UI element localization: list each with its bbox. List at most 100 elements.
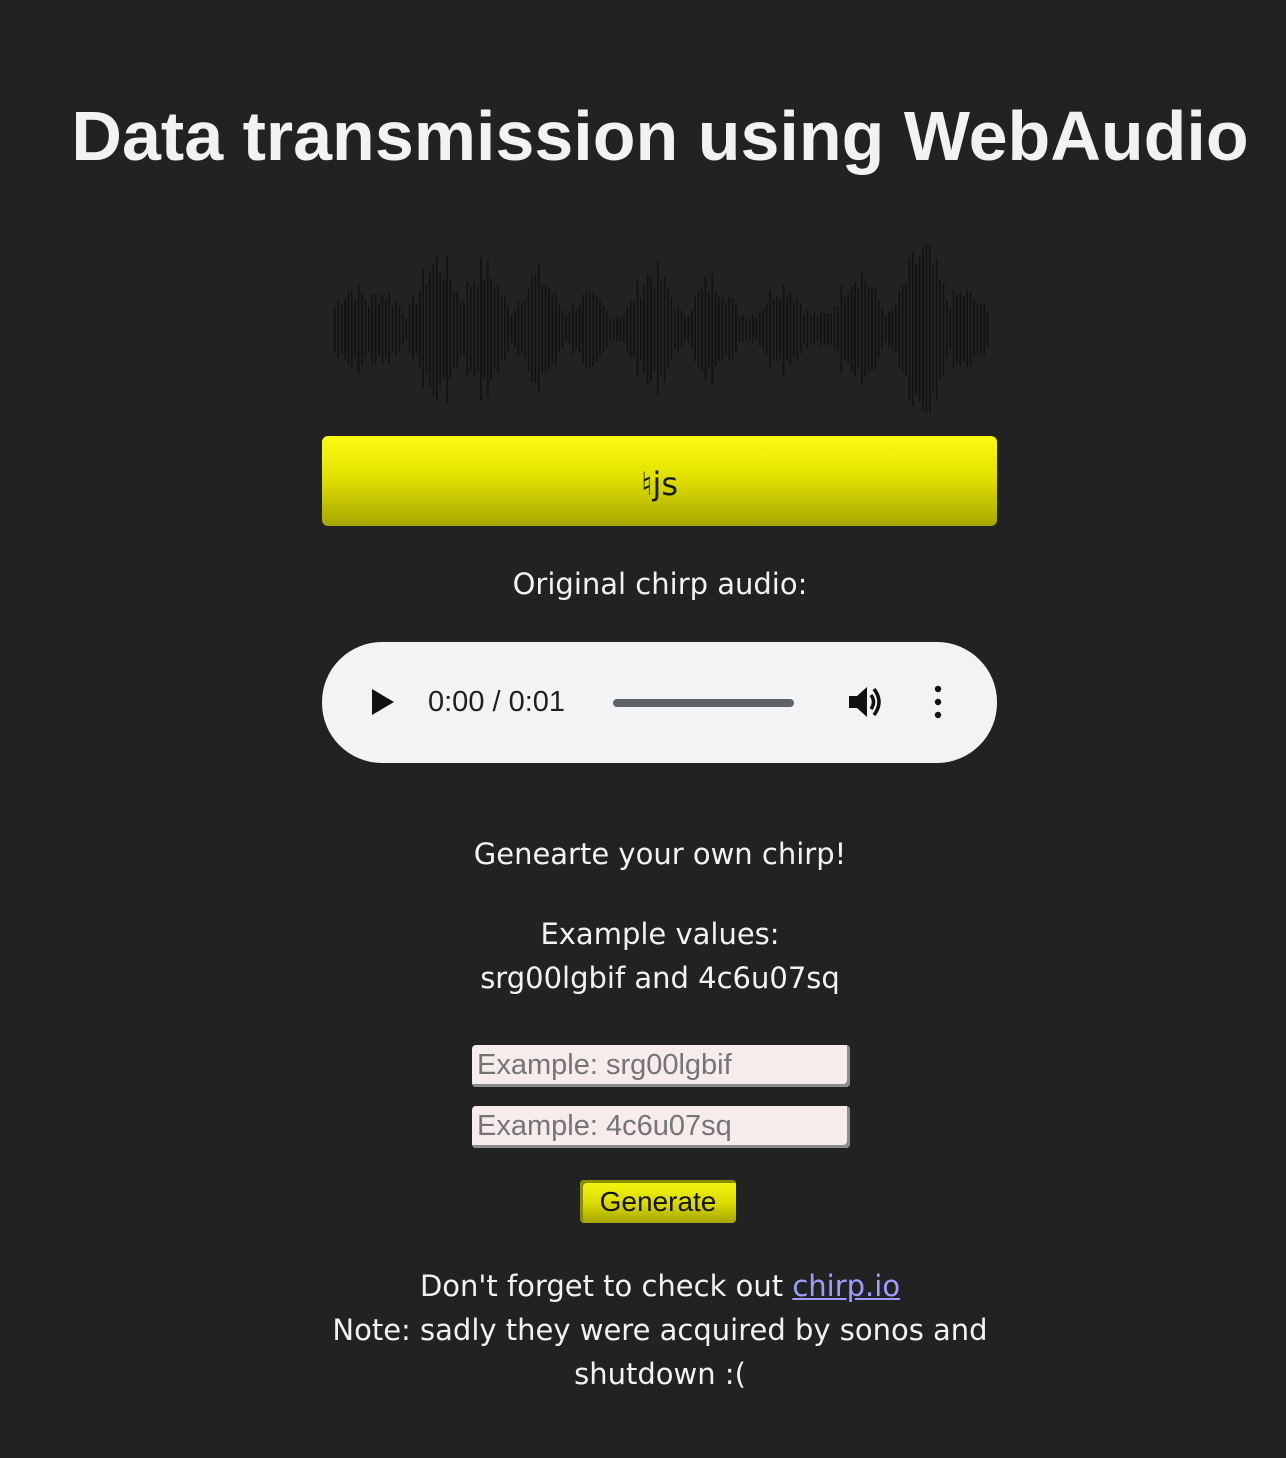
waveform-bar (623, 315, 625, 343)
waveform-bar (789, 292, 792, 366)
waveform-bar (874, 287, 877, 371)
waveform-bar (609, 318, 611, 340)
waveform-bar (612, 316, 615, 342)
waveform-bar (334, 305, 336, 353)
waveform-bar (922, 246, 924, 412)
waveform-bar (803, 313, 805, 345)
waveform-bar (558, 304, 560, 354)
waveform-bar (820, 311, 822, 347)
waveform-bar (973, 300, 975, 358)
waveform-bar (459, 302, 462, 356)
waveform-bar (470, 286, 472, 372)
waveform-bar (959, 291, 962, 367)
waveform-bar (891, 309, 894, 349)
waveform-bar (538, 265, 540, 393)
waveform-bar (813, 313, 815, 345)
waveform-bar (572, 304, 574, 354)
waveform-bar (759, 311, 761, 347)
chirp-io-link[interactable]: chirp.io (792, 1269, 900, 1303)
waveform-bar (378, 303, 380, 355)
volume-icon[interactable] (846, 684, 886, 720)
waveform-bar (861, 273, 863, 385)
waveform-bar (619, 317, 622, 341)
waveform-bar (340, 304, 343, 354)
waveform-bar (527, 287, 530, 371)
waveform-bar (405, 317, 407, 340)
waveform-bar (510, 315, 513, 343)
waveform-bar (935, 258, 938, 400)
waveform-bar (776, 296, 778, 362)
waveform-bar (878, 301, 880, 357)
waveform-graphic (334, 244, 989, 414)
more-vert-icon[interactable] (926, 684, 950, 720)
waveform-bar (541, 285, 543, 373)
waveform-bar (956, 294, 958, 364)
play-icon[interactable] (364, 684, 400, 720)
waveform-bar (575, 309, 577, 349)
waveform-bar (650, 276, 652, 382)
waveform-bar (867, 286, 870, 372)
waveform-bar (629, 300, 632, 358)
waveform-bar (772, 299, 775, 359)
waveform-bar (952, 290, 955, 368)
waveform-bar (561, 310, 564, 348)
waveform-bar (796, 298, 798, 360)
page-title: Data transmission using WebAudio (71, 97, 1249, 175)
waveform-bar (711, 273, 713, 385)
waveform-bar (932, 265, 934, 393)
waveform-bar (680, 310, 683, 348)
waveform-bar (939, 278, 941, 380)
waveform-bar (398, 306, 401, 352)
waveform-bar (555, 292, 557, 366)
original-audio-label: Original chirp audio: (512, 567, 808, 601)
waveform-bar (854, 281, 856, 377)
waveform-bar (436, 256, 438, 402)
waveform-bar (762, 309, 764, 349)
waveform-bar (657, 261, 659, 396)
waveform-bar (708, 290, 710, 368)
second-value-input[interactable] (472, 1106, 850, 1148)
waveform-bar (582, 294, 584, 364)
waveform-bar (449, 279, 452, 379)
waveform-bar (422, 269, 424, 389)
waveform-bar (497, 285, 499, 373)
waveform-bar (980, 302, 982, 356)
waveform-bar (476, 286, 479, 372)
waveform-bar (687, 315, 690, 343)
waveform-bar (691, 310, 693, 348)
footer-line-2: Note: sadly they were acquired by sonos … (332, 1313, 988, 1347)
waveform-bar (646, 274, 649, 384)
generate-button[interactable]: Generate (580, 1180, 736, 1223)
waveform-bar (391, 304, 394, 354)
waveform-bar (640, 298, 642, 360)
first-value-input[interactable] (472, 1045, 850, 1087)
waveform-bar (602, 306, 605, 353)
waveform-bar (500, 296, 503, 362)
audio-progress-bar[interactable] (613, 699, 794, 707)
waveform-bar (544, 284, 547, 374)
waveform-bar (524, 299, 526, 358)
waveform-bar (850, 287, 853, 371)
waveform-bar (864, 280, 866, 378)
waveform-bar (888, 311, 890, 347)
waveform-bar (521, 303, 523, 355)
waveform-bar (701, 286, 703, 372)
waveform-bar (684, 316, 686, 342)
waveform-bar (368, 306, 370, 352)
waveform-bar (643, 284, 645, 374)
waveform-bar (626, 307, 628, 351)
waveform-bar (473, 281, 475, 377)
chirp-token-button[interactable]: ♮js (322, 436, 997, 526)
footer-line-3: shutdown :( (574, 1357, 746, 1391)
waveform-bar (983, 303, 985, 355)
waveform-bar (504, 297, 506, 361)
waveform-bar (721, 298, 724, 360)
waveform-bar (371, 294, 373, 364)
waveform-bar (548, 287, 550, 371)
waveform-bar (385, 299, 387, 359)
waveform-bar (697, 291, 700, 367)
waveform-bar (667, 289, 669, 369)
waveform-bar (755, 318, 758, 340)
waveform-bar (946, 299, 948, 359)
footer-line-1: Don't forget to check out chirp.io (0, 1264, 1286, 1308)
